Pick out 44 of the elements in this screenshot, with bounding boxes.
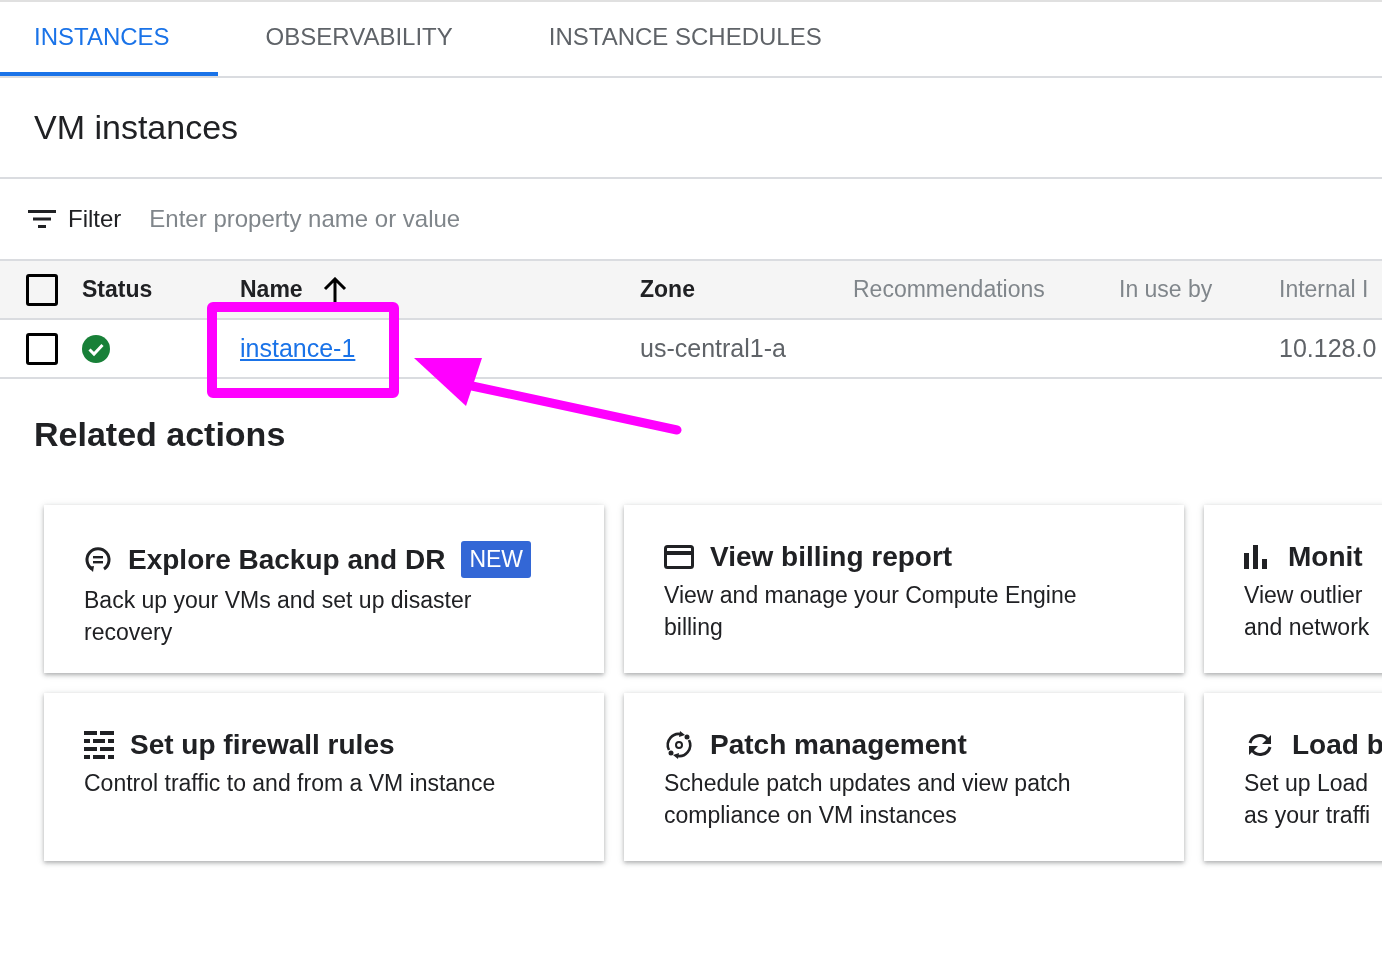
tab[interactable]: INSTANCE SCHEDULES (500, 2, 870, 76)
action-card[interactable]: Explore Backup and DR NEW Back up your VMs and set up disaster recovery (44, 505, 604, 673)
page-title: VM instances (34, 108, 239, 147)
section-title: Related actions (34, 415, 287, 455)
tab[interactable]: OBSERVABILITY (217, 2, 501, 76)
brick-wall-icon (84, 731, 114, 759)
column-header[interactable]: Zone (640, 276, 695, 303)
card-title: Set up firewall rules (130, 729, 395, 761)
arrow-up-icon[interactable] (322, 276, 347, 303)
card-title: Monit (1288, 541, 1363, 573)
card-description: View outlier (1244, 581, 1364, 610)
filter-label: Filter (68, 205, 122, 233)
row-checkbox[interactable] (26, 332, 58, 365)
new-badge: NEW (461, 541, 532, 578)
card-title: Patch management (710, 729, 967, 761)
card-description: Back up your VMs and set up disaster recovery (84, 586, 473, 647)
select-all-checkbox[interactable] (26, 273, 58, 306)
card-title: Load b (1292, 729, 1382, 761)
column-header[interactable]: Status (82, 276, 153, 303)
patch-cycle-icon (664, 730, 694, 760)
column-header: In use by (1119, 276, 1213, 303)
action-card[interactable]: Monit View outlier and network (1204, 505, 1382, 673)
card-description: View and manage your Compute Engine billing (664, 581, 1078, 642)
column-header: Recommendations (853, 276, 1045, 303)
table-cell: us-central1-a (640, 334, 786, 363)
credit-card-icon (664, 545, 694, 569)
instance-link[interactable]: instance-1 (240, 334, 356, 363)
column-header: Internal I (1279, 276, 1369, 303)
card-description: Schedule patch updates and view patch compliance on VM instances (664, 769, 1072, 830)
card-title: View billing report (710, 541, 953, 573)
action-card[interactable]: Load b Set up Load as your traffi (1204, 693, 1382, 861)
action-card[interactable]: View billing report View and manage your Compute Engine billing (624, 505, 1184, 673)
card-description: as your traffi (1244, 801, 1372, 830)
card-description: Set up Load (1244, 769, 1370, 798)
filter-icon[interactable] (28, 209, 56, 229)
column-header[interactable]: Name (240, 276, 303, 303)
card-description: and network (1244, 613, 1371, 642)
backup-icon (84, 545, 112, 574)
card-description: Control traffic to and from a VM instance (84, 769, 497, 798)
card-title: Explore Backup and DR (128, 543, 446, 576)
action-card[interactable]: Set up firewall rules Control traffic to and from a VM instance (44, 693, 604, 861)
tab[interactable]: INSTANCES (0, 2, 218, 76)
table-cell: 10.128.0 (1279, 334, 1377, 363)
action-card[interactable]: Patch management Schedule patch updates and view patch compliance on VM instances (624, 693, 1184, 861)
